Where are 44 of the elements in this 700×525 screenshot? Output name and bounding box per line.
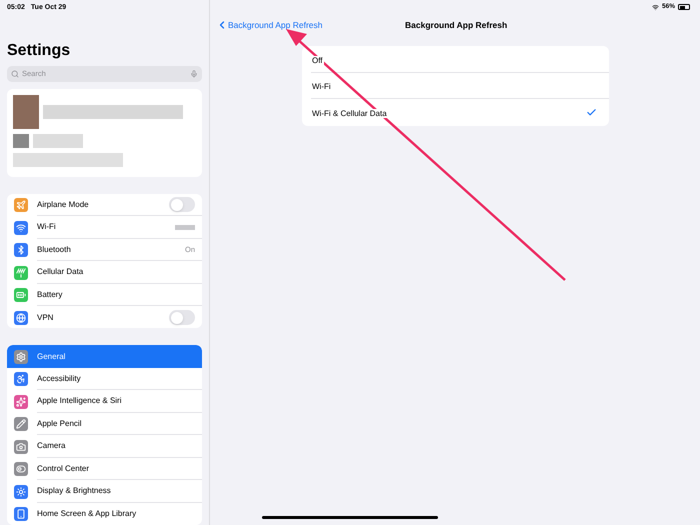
row-label: Apple Intelligence & Siri	[37, 395, 122, 408]
battery-icon	[678, 4, 690, 10]
settings-row[interactable]: VPN	[7, 306, 202, 328]
page-title: Background App Refresh	[405, 18, 508, 32]
settings-row[interactable]: Apple Intelligence & Siri	[7, 390, 202, 413]
settings-row[interactable]: Battery	[7, 284, 202, 306]
row-label: Accessibility	[37, 372, 82, 385]
settings-row[interactable]: Cellular Data	[7, 261, 202, 284]
settings-row[interactable]: Wi-Fi	[7, 216, 202, 239]
row-label: Control Center	[37, 462, 90, 475]
option-label: Wi-Fi	[311, 82, 332, 92]
row-label: Airplane Mode	[37, 198, 90, 210]
option-row[interactable]: Wi-Fi	[311, 72, 609, 99]
checkmark-icon	[586, 106, 597, 118]
option-row[interactable]: Wi-Fi & Cellular Data	[311, 99, 609, 126]
option-row[interactable]: Off	[311, 46, 609, 72]
row-label: Home Screen & App Library	[37, 508, 138, 520]
search-icon	[11, 70, 19, 78]
row-label: Cellular Data	[37, 266, 84, 278]
settings-title: Settings	[7, 40, 72, 61]
settings-row[interactable]: General	[7, 345, 202, 368]
wifi-icon	[652, 4, 659, 10]
settings-row[interactable]: Home Screen & App Library	[7, 502, 202, 525]
row-label: General	[37, 350, 66, 363]
microphone-icon	[190, 70, 198, 78]
row-label: Wi-Fi	[37, 221, 57, 233]
settings-row[interactable]: Airplane Mode	[7, 194, 202, 216]
option-label: Off	[311, 56, 324, 65]
option-label: Wi-Fi & Cellular Data	[311, 109, 388, 118]
row-label: Battery	[37, 288, 64, 300]
row-label: VPN	[37, 312, 54, 324]
row-label: Apple Pencil	[37, 418, 82, 430]
row-label: Bluetooth	[37, 244, 72, 256]
redacted-value	[175, 224, 195, 230]
settings-row[interactable]: Display & Brightness	[7, 480, 202, 503]
row-label: Camera	[37, 440, 66, 452]
toggle-switch[interactable]	[169, 197, 195, 212]
settings-row[interactable]: Accessibility	[7, 368, 202, 390]
settings-row[interactable]: Apple Pencil	[7, 412, 202, 436]
row-label: Display & Brightness	[37, 485, 112, 498]
settings-row[interactable]: Camera	[7, 435, 202, 458]
toggle-switch[interactable]	[169, 310, 195, 325]
settings-row[interactable]: Control Center	[7, 458, 202, 480]
back-button[interactable]: Background App Refresh	[216, 18, 323, 32]
